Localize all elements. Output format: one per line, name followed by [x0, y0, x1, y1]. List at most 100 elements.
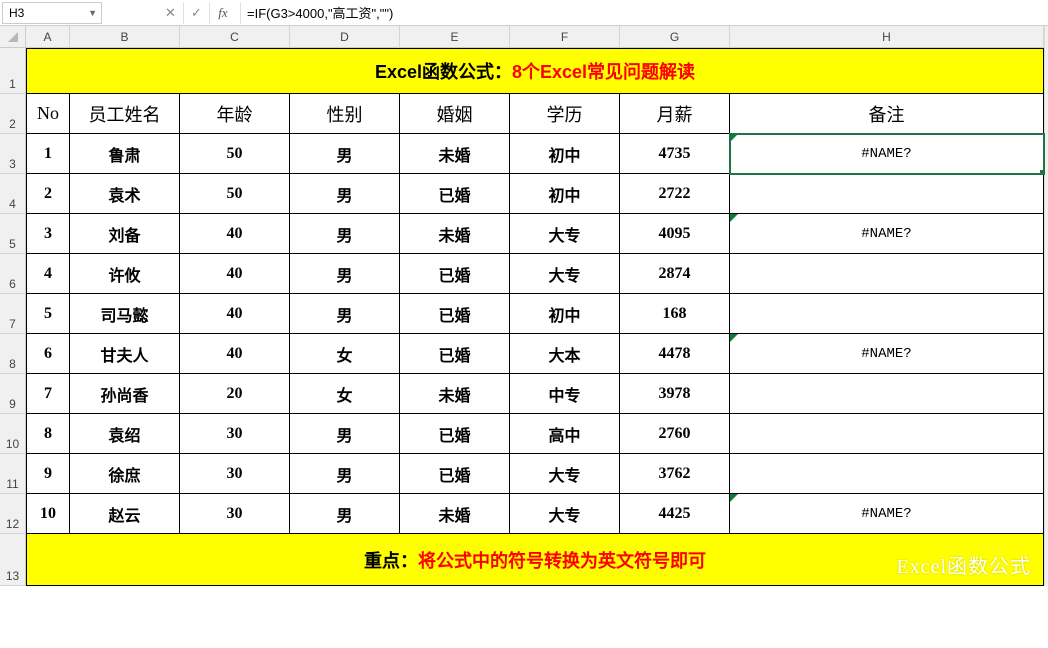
data-cell[interactable] [730, 294, 1044, 334]
chevron-down-icon[interactable]: ▼ [88, 8, 97, 18]
data-cell[interactable]: 中专 [510, 374, 620, 414]
data-cell[interactable]: 大专 [510, 454, 620, 494]
data-cell[interactable]: 已婚 [400, 414, 510, 454]
data-cell[interactable]: 赵云 [70, 494, 180, 534]
data-cell[interactable]: #NAME? [730, 334, 1044, 374]
data-cell[interactable]: 8 [26, 414, 70, 454]
data-cell[interactable]: 女 [290, 374, 400, 414]
data-cell[interactable]: 男 [290, 214, 400, 254]
row-header-10[interactable]: 10 [0, 414, 26, 454]
cancel-formula-button[interactable]: ✕ [158, 2, 184, 24]
data-cell[interactable]: 1 [26, 134, 70, 174]
data-cell[interactable]: 大本 [510, 334, 620, 374]
data-cell[interactable]: 20 [180, 374, 290, 414]
data-cell[interactable]: 4095 [620, 214, 730, 254]
title-cell[interactable]: Excel函数公式：8个Excel常见问题解读 [26, 48, 1044, 94]
table-header[interactable]: 婚姻 [400, 94, 510, 134]
data-cell[interactable]: 30 [180, 414, 290, 454]
table-header[interactable]: 月薪 [620, 94, 730, 134]
data-cell[interactable]: 未婚 [400, 214, 510, 254]
data-cell[interactable]: 大专 [510, 254, 620, 294]
data-cell[interactable]: 30 [180, 454, 290, 494]
data-cell[interactable]: 3 [26, 214, 70, 254]
column-header-E[interactable]: E [400, 26, 510, 48]
data-cell[interactable]: 男 [290, 414, 400, 454]
data-cell[interactable]: 女 [290, 334, 400, 374]
data-cell[interactable]: 男 [290, 174, 400, 214]
data-cell[interactable] [730, 174, 1044, 214]
data-cell[interactable]: 未婚 [400, 494, 510, 534]
data-cell[interactable]: 已婚 [400, 334, 510, 374]
data-cell[interactable]: 4 [26, 254, 70, 294]
data-cell[interactable] [730, 374, 1044, 414]
data-cell[interactable]: 袁术 [70, 174, 180, 214]
data-cell[interactable]: #NAME? [730, 134, 1044, 174]
data-cell[interactable]: 7 [26, 374, 70, 414]
data-cell[interactable]: 徐庶 [70, 454, 180, 494]
fx-button[interactable]: fx [210, 2, 236, 24]
table-header[interactable]: 学历 [510, 94, 620, 134]
data-cell[interactable]: 高中 [510, 414, 620, 454]
row-header-1[interactable]: 1 [0, 48, 26, 94]
table-header[interactable]: 性别 [290, 94, 400, 134]
column-header-F[interactable]: F [510, 26, 620, 48]
table-header[interactable]: No [26, 94, 70, 134]
data-cell[interactable]: 鲁肃 [70, 134, 180, 174]
table-header[interactable]: 备注 [730, 94, 1044, 134]
footer-cell[interactable]: 重点：将公式中的符号转换为英文符号即可Excel函数公式 [26, 534, 1044, 586]
data-cell[interactable]: 4425 [620, 494, 730, 534]
vertical-scrollbar[interactable] [1044, 26, 1048, 586]
data-cell[interactable]: 大专 [510, 494, 620, 534]
data-cell[interactable]: 男 [290, 254, 400, 294]
confirm-formula-button[interactable]: ✓ [184, 2, 210, 24]
data-cell[interactable]: 已婚 [400, 254, 510, 294]
data-cell[interactable]: 初中 [510, 174, 620, 214]
row-header-5[interactable]: 5 [0, 214, 26, 254]
column-header-B[interactable]: B [70, 26, 180, 48]
column-header-G[interactable]: G [620, 26, 730, 48]
data-cell[interactable]: 男 [290, 294, 400, 334]
data-cell[interactable]: 男 [290, 494, 400, 534]
column-header-C[interactable]: C [180, 26, 290, 48]
data-cell[interactable]: 3978 [620, 374, 730, 414]
data-cell[interactable]: 大专 [510, 214, 620, 254]
data-cell[interactable]: 初中 [510, 134, 620, 174]
data-cell[interactable]: 40 [180, 334, 290, 374]
data-cell[interactable]: 5 [26, 294, 70, 334]
data-cell[interactable]: 4478 [620, 334, 730, 374]
data-cell[interactable]: 168 [620, 294, 730, 334]
data-cell[interactable]: 3762 [620, 454, 730, 494]
column-header-H[interactable]: H [730, 26, 1044, 48]
data-cell[interactable]: 50 [180, 134, 290, 174]
column-header-A[interactable]: A [26, 26, 70, 48]
data-cell[interactable]: 已婚 [400, 294, 510, 334]
table-header[interactable]: 年龄 [180, 94, 290, 134]
data-cell[interactable]: 司马懿 [70, 294, 180, 334]
data-cell[interactable]: 2874 [620, 254, 730, 294]
data-cell[interactable]: 4735 [620, 134, 730, 174]
data-cell[interactable]: 已婚 [400, 454, 510, 494]
data-cell[interactable]: #NAME? [730, 494, 1044, 534]
row-header-7[interactable]: 7 [0, 294, 26, 334]
row-header-3[interactable]: 3 [0, 134, 26, 174]
data-cell[interactable]: 10 [26, 494, 70, 534]
data-cell[interactable]: 40 [180, 254, 290, 294]
row-header-8[interactable]: 8 [0, 334, 26, 374]
row-header-12[interactable]: 12 [0, 494, 26, 534]
data-cell[interactable]: 男 [290, 454, 400, 494]
data-cell[interactable]: 初中 [510, 294, 620, 334]
row-header-11[interactable]: 11 [0, 454, 26, 494]
table-header[interactable]: 员工姓名 [70, 94, 180, 134]
data-cell[interactable]: 50 [180, 174, 290, 214]
data-cell[interactable]: 30 [180, 494, 290, 534]
data-cell[interactable]: 已婚 [400, 174, 510, 214]
row-header-2[interactable]: 2 [0, 94, 26, 134]
data-cell[interactable]: 未婚 [400, 134, 510, 174]
data-cell[interactable] [730, 414, 1044, 454]
data-cell[interactable]: 许攸 [70, 254, 180, 294]
column-header-D[interactable]: D [290, 26, 400, 48]
data-cell[interactable]: 刘备 [70, 214, 180, 254]
data-cell[interactable] [730, 254, 1044, 294]
data-cell[interactable]: 未婚 [400, 374, 510, 414]
data-cell[interactable]: 男 [290, 134, 400, 174]
